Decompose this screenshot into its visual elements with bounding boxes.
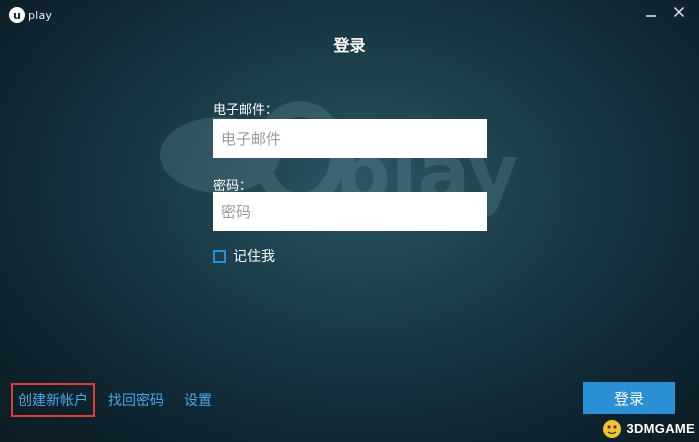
- uplay-logo: u play: [8, 6, 52, 24]
- remember-me-label: 记住我: [233, 249, 275, 265]
- remember-me-toggle[interactable]: 记住我: [213, 246, 275, 266]
- create-account-link[interactable]: 创建新帐户: [11, 383, 95, 417]
- watermark-text: 3DMGAME: [626, 420, 695, 436]
- settings-link[interactable]: 设置: [184, 390, 212, 410]
- uplay-logo-icon: u: [9, 7, 25, 23]
- remember-me-checkbox[interactable]: [213, 249, 226, 263]
- email-label: 电子邮件：: [213, 103, 279, 118]
- footer-links: 创建新帐户 找回密码 设置: [11, 383, 212, 417]
- recover-password-link[interactable]: 找回密码: [108, 390, 164, 410]
- logo-text: play: [28, 8, 53, 22]
- password-field[interactable]: [213, 192, 487, 231]
- site-watermark: 3DMGAME: [601, 417, 695, 439]
- window-controls: [645, 6, 685, 18]
- mascot-icon: [603, 420, 622, 438]
- close-icon[interactable]: [673, 6, 685, 18]
- page-title: 登录: [333, 36, 366, 55]
- svg-text:u: u: [13, 9, 21, 22]
- login-button[interactable]: 登录: [583, 382, 675, 414]
- email-field[interactable]: [213, 119, 487, 158]
- minimize-icon[interactable]: [645, 6, 657, 18]
- uplay-login-window: play u play 登录 电子邮件： 密码： 记住我 创建新帐户 找回密码 …: [0, 0, 699, 442]
